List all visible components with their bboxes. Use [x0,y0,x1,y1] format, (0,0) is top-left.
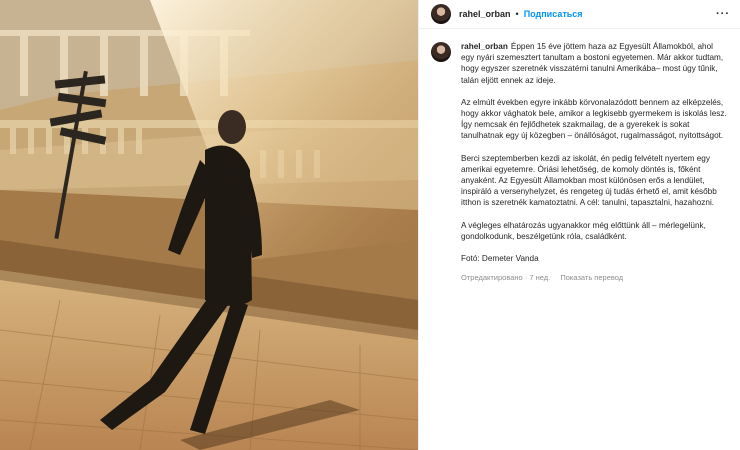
caption-photo-credit: Fotó: Demeter Vanda [461,254,539,264]
author-avatar[interactable] [431,4,451,24]
post-sidebar: rahel_orban • Подписаться ··· rahel_orba… [418,0,740,450]
caption-paragraph-2: Az elmúlt években egyre inkább körvonala… [461,97,727,141]
caption-paragraph-4: A végleges elhatározás ugyanakkor még el… [461,220,706,241]
caption-text: rahel_orban Éppen 15 éve jöttem haza az E… [461,41,728,283]
edited-timestamp: Отредактировано · 7 нед. [461,273,551,283]
caption-paragraph-1: rahel_orban Éppen 15 éve jöttem haza az E… [461,41,728,86]
show-translation-link[interactable]: Показать перевод [560,273,623,282]
author-username[interactable]: rahel_orban [459,9,511,19]
post-header: rahel_orban • Подписаться ··· [419,0,740,29]
caption-avatar[interactable] [431,42,451,62]
caption-username[interactable]: rahel_orban [461,42,508,51]
post-photo[interactable] [0,0,418,450]
separator-dot: • [515,9,519,19]
post-meta: Отредактировано · 7 нед. Показать перево… [461,272,728,283]
caption-paragraph-3: Berci szeptemberben kezdi az iskolát, én… [461,153,717,208]
photo-illustration [0,0,418,450]
post-modal: rahel_orban • Подписаться ··· rahel_orba… [0,0,740,450]
more-options-icon[interactable]: ··· [716,8,730,20]
follow-button[interactable]: Подписаться [524,9,583,19]
caption-block: rahel_orban Éppen 15 éve jöttem haza az E… [419,29,740,283]
